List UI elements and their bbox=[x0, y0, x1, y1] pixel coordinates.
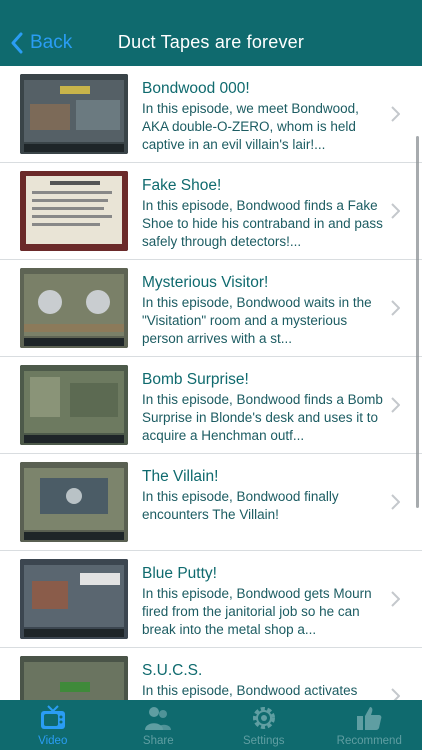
tab-video[interactable]: Video bbox=[0, 700, 106, 750]
tab-settings[interactable]: Settings bbox=[211, 700, 317, 750]
tab-label: Recommend bbox=[336, 735, 402, 747]
chevron-right-icon bbox=[391, 494, 400, 510]
chevron-right-icon bbox=[391, 688, 400, 700]
episode-title: Blue Putty! bbox=[142, 565, 217, 582]
chevron-right-icon bbox=[391, 591, 400, 607]
tv-icon bbox=[40, 705, 65, 729]
episode-title: Bomb Surprise! bbox=[142, 371, 249, 388]
episode-thumbnail bbox=[20, 559, 128, 639]
list-item[interactable]: S.U.C.S. In this episode, Bondwood activ… bbox=[0, 648, 422, 700]
episode-list[interactable]: Bondwood 000! In this episode, we meet B… bbox=[0, 66, 422, 700]
episode-thumbnail bbox=[20, 462, 128, 542]
episode-description: In this episode, Bondwood finds a Bomb S… bbox=[142, 392, 383, 443]
page-title: Duct Tapes are forever bbox=[117, 32, 305, 52]
episode-thumbnail bbox=[20, 365, 128, 445]
scrollbar[interactable] bbox=[416, 136, 419, 508]
episode-title: Fake Shoe! bbox=[142, 177, 222, 194]
episode-description: In this episode, Bondwood gets Mourn fir… bbox=[142, 586, 372, 637]
episode-description: In this episode, we meet Bondwood, AKA d… bbox=[142, 101, 359, 152]
chevron-right-icon bbox=[391, 397, 400, 413]
episode-description: In this episode, Bondwood finally encoun… bbox=[142, 489, 339, 522]
episode-description: In this episode, Bondwood waits in the "… bbox=[142, 295, 372, 346]
episode-thumbnail bbox=[20, 171, 128, 251]
people-icon bbox=[145, 707, 172, 730]
list-item[interactable]: Bomb Surprise! In this episode, Bondwood… bbox=[0, 357, 422, 454]
tab-label: Share bbox=[142, 735, 174, 747]
tab-recommend[interactable]: Recommend bbox=[317, 700, 422, 750]
episode-thumbnail bbox=[20, 656, 128, 700]
navigation-bar: Back Duct Tapes are forever bbox=[0, 0, 422, 66]
episode-title: Mysterious Visitor! bbox=[142, 274, 269, 291]
chevron-right-icon bbox=[391, 300, 400, 316]
list-item[interactable]: Fake Shoe! In this episode, Bondwood fin… bbox=[0, 163, 422, 260]
chevron-right-icon bbox=[391, 203, 400, 219]
gear-icon bbox=[252, 707, 275, 729]
tab-label: Video bbox=[38, 735, 68, 747]
episode-description: In this episode, Bondwood activates bbox=[142, 683, 358, 698]
tab-share[interactable]: Share bbox=[106, 700, 212, 750]
episode-thumbnail bbox=[20, 268, 128, 348]
episode-title: S.U.C.S. bbox=[142, 662, 203, 679]
episode-title: The Villain! bbox=[142, 468, 219, 485]
list-item[interactable]: The Villain! In this episode, Bondwood f… bbox=[0, 454, 422, 551]
episode-description: In this episode, Bondwood finds a Fake S… bbox=[142, 198, 383, 249]
tab-label: Settings bbox=[242, 735, 285, 747]
chevron-right-icon bbox=[391, 106, 400, 122]
list-item[interactable]: Blue Putty! In this episode, Bondwood ge… bbox=[0, 551, 422, 648]
list-item[interactable]: Mysterious Visitor! In this episode, Bon… bbox=[0, 260, 422, 357]
list-item[interactable]: Bondwood 000! In this episode, we meet B… bbox=[0, 66, 422, 163]
episode-title: Bondwood 000! bbox=[142, 80, 250, 97]
tab-bar: Video Share Settings Recommend bbox=[0, 700, 422, 750]
thumbs-up-icon bbox=[357, 707, 382, 730]
episode-thumbnail bbox=[20, 74, 128, 154]
